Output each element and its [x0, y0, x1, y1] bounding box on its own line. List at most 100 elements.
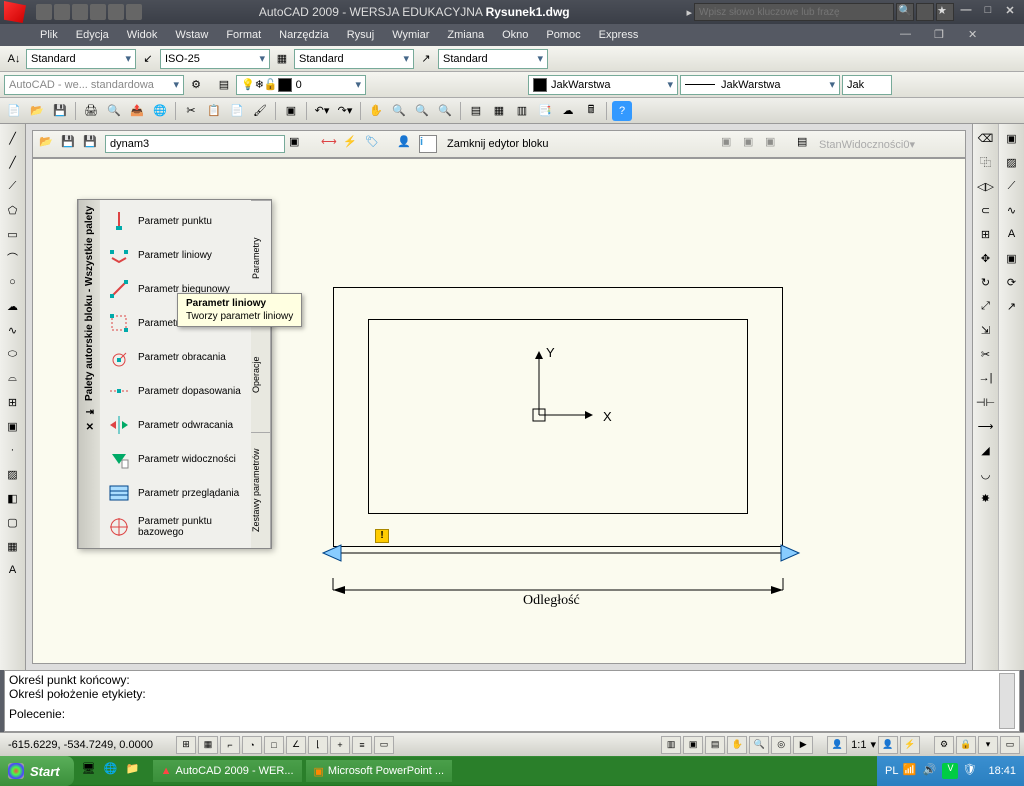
dim-style-icon[interactable]: ↙ — [138, 49, 158, 69]
otrack-button[interactable]: ∠ — [286, 736, 306, 754]
menu-wstaw[interactable]: Wstaw — [175, 29, 208, 41]
cut-icon[interactable]: ✂ — [181, 101, 201, 121]
close-block-editor-button[interactable]: Zamknij edytor bloku — [447, 138, 549, 150]
mleader-style-icon[interactable]: ↗ — [416, 49, 436, 69]
doc-restore-button[interactable]: ❐ — [934, 28, 950, 42]
palette-title-bar[interactable]: ✕ ⇥ Palety autorskie bloku - Wszystkie p… — [78, 200, 100, 548]
palette-item-basepoint[interactable]: Parametr punktu bazowego — [104, 510, 247, 544]
break-icon[interactable]: ⊣⊢ — [976, 392, 996, 412]
ellipsearc-icon[interactable]: ⌓ — [3, 368, 23, 388]
move-icon[interactable]: ✥ — [976, 248, 996, 268]
hardware-accel-button[interactable]: ▾ — [978, 736, 998, 754]
new-icon[interactable] — [36, 4, 52, 20]
scale-icon[interactable]: ⤢ — [976, 296, 996, 316]
qview-dwgs-button[interactable]: ▤ — [705, 736, 725, 754]
tray-lang[interactable]: PL — [885, 765, 898, 777]
xline-icon[interactable]: ╱ — [3, 152, 23, 172]
zoom-win-icon[interactable]: 🔍 — [412, 101, 432, 121]
palette-item-point[interactable]: Parametr punktu — [104, 204, 247, 238]
ducs-button[interactable]: ⌊ — [308, 736, 328, 754]
start-button[interactable]: Start — [0, 756, 74, 786]
maximize-button[interactable]: □ — [978, 4, 998, 20]
block-name-input[interactable] — [105, 135, 285, 153]
bedit-saveas-icon[interactable]: 💾 — [83, 135, 101, 153]
open-icon[interactable] — [54, 4, 70, 20]
palette-item-flip[interactable]: Parametr odwracania — [104, 408, 247, 442]
extractattr-icon[interactable]: ↗ — [1002, 296, 1022, 316]
bedit-vis3-icon[interactable]: ▣ — [765, 135, 783, 153]
trim-icon[interactable]: ✂ — [976, 344, 996, 364]
layer-select[interactable]: 💡 ❄ 🔓 0 ▾ — [236, 75, 366, 95]
save2-icon[interactable]: 💾 — [50, 101, 70, 121]
open2-icon[interactable]: 📂 — [27, 101, 47, 121]
ql-explorer-icon[interactable]: 📁 — [126, 762, 144, 780]
osnap-button[interactable]: □ — [264, 736, 284, 754]
tray-volume-icon[interactable]: 🔊 — [922, 763, 938, 779]
blockattr-icon[interactable]: ▣ — [1002, 248, 1022, 268]
spline-icon[interactable]: ∿ — [3, 320, 23, 340]
mtext-icon[interactable]: A — [3, 560, 23, 580]
color-select[interactable]: JakWarstwa ▾ — [528, 75, 678, 95]
taskbar-item-powerpoint[interactable]: ▣ Microsoft PowerPoint ... — [305, 759, 454, 783]
explode-icon[interactable]: ✸ — [976, 488, 996, 508]
zoom-rt-icon[interactable]: 🔍 — [389, 101, 409, 121]
layer-off-icon[interactable] — [412, 75, 432, 95]
3ddwf-icon[interactable]: 🌐 — [150, 101, 170, 121]
editspline-icon[interactable]: ∿ — [1002, 200, 1022, 220]
mleader-style-select[interactable]: Standard▾ — [438, 49, 548, 69]
stretch-icon[interactable]: ⇲ — [976, 320, 996, 340]
copy-icon[interactable]: 📋 — [204, 101, 224, 121]
bedit-vis2-icon[interactable]: ▣ — [743, 135, 761, 153]
annovis-button[interactable]: 👤 — [878, 736, 898, 754]
workspace-select[interactable]: AutoCAD - we... standardowa▾ — [4, 75, 184, 95]
layer-manager-icon[interactable]: ▤ — [214, 75, 234, 95]
annotation-scale[interactable]: 1:1 — [851, 739, 866, 751]
grip-left[interactable] — [321, 543, 345, 563]
palette-item-visibility[interactable]: Parametr widoczności — [104, 442, 247, 476]
sheetset-icon[interactable]: 📑 — [535, 101, 555, 121]
plot-icon[interactable]: 🖨 — [81, 101, 101, 121]
minimize-button[interactable]: — — [956, 4, 976, 20]
syncattr-icon[interactable]: ⟳ — [1002, 272, 1022, 292]
undo-icon[interactable] — [108, 4, 124, 20]
rotate-icon[interactable]: ↻ — [976, 272, 996, 292]
pan-icon[interactable]: ✋ — [366, 101, 386, 121]
layer-freeze2-icon[interactable] — [434, 75, 454, 95]
offset-icon[interactable]: ⊂ — [976, 200, 996, 220]
erase-icon[interactable]: ⌫ — [976, 128, 996, 148]
arc-icon[interactable]: ⌒ — [3, 248, 23, 268]
bedit-action-icon[interactable]: ⚡ — [343, 135, 361, 153]
ws-switch-button[interactable]: ⚙ — [934, 736, 954, 754]
ql-desktop-icon[interactable]: 🖥 — [82, 762, 100, 780]
palette-close-icon[interactable]: ✕ — [85, 422, 93, 433]
menu-wymiar[interactable]: Wymiar — [392, 29, 429, 41]
qview-layouts-button[interactable]: ▣ — [683, 736, 703, 754]
bedit-open-icon[interactable]: 📂 — [39, 135, 57, 153]
menu-express[interactable]: Express — [599, 29, 639, 41]
block-icon[interactable]: ▣ — [3, 416, 23, 436]
dcenter-icon[interactable]: ▦ — [489, 101, 509, 121]
annoscale-dropdown[interactable]: ▾ — [870, 738, 876, 751]
editattr-icon[interactable]: A — [1002, 224, 1022, 244]
preview-icon[interactable]: 🔍 — [104, 101, 124, 121]
properties-icon[interactable]: ▤ — [466, 101, 486, 121]
table-style-select[interactable]: Standard▾ — [294, 49, 414, 69]
bedit-attr-icon[interactable]: 🏷 — [365, 135, 383, 153]
circle-icon[interactable]: ○ — [3, 272, 23, 292]
zoom2-button[interactable]: 🔍 — [749, 736, 769, 754]
fillet-icon[interactable]: ◡ — [976, 464, 996, 484]
dim-style-select[interactable]: ISO-25▾ — [160, 49, 270, 69]
layer-lock2-icon[interactable] — [456, 75, 476, 95]
quickcalc-icon[interactable]: 🖩 — [581, 101, 601, 121]
taskbar-item-autocad[interactable]: ▲ AutoCAD 2009 - WER... — [152, 759, 303, 783]
ortho-button[interactable]: ⌐ — [220, 736, 240, 754]
grip-right[interactable] — [777, 543, 801, 563]
extend-icon[interactable]: →| — [976, 368, 996, 388]
menu-zmiana[interactable]: Zmiana — [447, 29, 484, 41]
visibility-state-select[interactable]: StanWidoczności0▾ — [819, 138, 959, 151]
tray-shield-icon[interactable]: 🛡 — [962, 763, 978, 779]
doc-minimize-button[interactable]: — — [900, 28, 916, 42]
polar-button[interactable]: ◔ — [242, 736, 262, 754]
print-icon[interactable] — [90, 4, 106, 20]
bedit-vismgr-icon[interactable]: ▤ — [797, 135, 815, 153]
